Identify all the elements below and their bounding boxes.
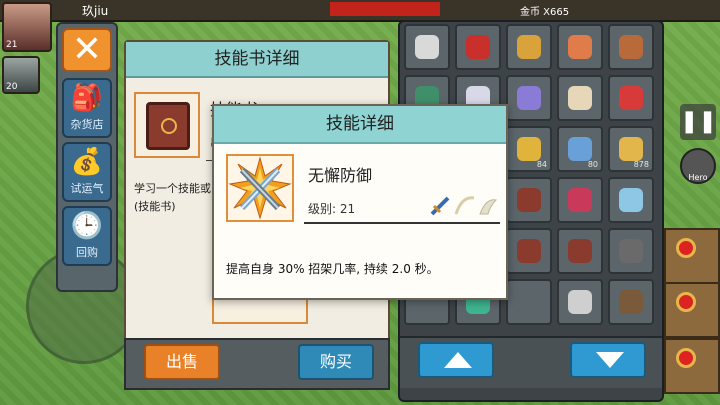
inventory-slot[interactable] [455, 24, 501, 70]
book-icon [517, 239, 541, 263]
skill-icon [226, 154, 294, 222]
nav-buyback[interactable]: 🕒 回购 [62, 206, 112, 266]
inventory-slot[interactable] [608, 75, 654, 121]
buy-button[interactable]: 购买 [298, 344, 374, 380]
book-icon [517, 188, 541, 212]
armor-icon [619, 239, 643, 263]
clock-icon: 🕒 [70, 211, 104, 241]
potion-icon [619, 86, 643, 110]
popup-title: 技能详细 [214, 106, 506, 144]
staff-icon [517, 35, 541, 59]
inventory-slot[interactable] [506, 75, 552, 121]
gem-icon [466, 35, 490, 59]
staff-quickslot-icon[interactable] [664, 282, 720, 338]
pickaxe-icon [619, 290, 643, 314]
coin-counter: 金币 X665 [520, 7, 570, 18]
inventory-slot[interactable] [608, 228, 654, 274]
inventory-slot[interactable] [608, 279, 654, 325]
scroll-up-button[interactable] [418, 342, 494, 378]
sack-icon [619, 35, 643, 59]
item-quantity: 84 [536, 160, 547, 169]
coins-icon [619, 137, 643, 161]
close-button[interactable]: ✕ [62, 28, 112, 72]
inventory-slot[interactable] [608, 24, 654, 70]
skill-description: 提高自身 30% 招架几率, 持续 2.0 秒。 [226, 262, 439, 276]
book-icon [146, 102, 190, 150]
top-status-bar: 玖jiu 金币 X665 [0, 0, 720, 22]
inventory-slot[interactable] [608, 177, 654, 223]
ally-portrait[interactable]: 20 [2, 56, 40, 94]
item-quantity: 878 [633, 160, 649, 169]
nav-label: 回购 [76, 246, 98, 259]
ally-level: 20 [6, 82, 18, 92]
sell-button[interactable]: 出售 [144, 344, 220, 380]
divider [304, 222, 500, 224]
pause-button[interactable]: ❚❚ [680, 104, 717, 140]
inventory-slot[interactable] [506, 228, 552, 274]
inventory-slot[interactable] [404, 24, 450, 70]
inventory-slot[interactable] [557, 228, 603, 274]
skill-name: 无懈防御 [308, 166, 373, 185]
shop-sidebar: ✕ 🎒 杂货店 💰 试运气 🕒 回购 [56, 22, 118, 292]
nav-label: 杂货店 [70, 118, 104, 131]
demon-mask-icon [568, 188, 592, 212]
parry-burst-icon [228, 156, 292, 220]
scroll-down-button[interactable] [570, 342, 646, 378]
inventory-slot[interactable] [557, 279, 603, 325]
boss-health-bar [330, 2, 440, 16]
flame-quickslot-icon[interactable] [664, 338, 720, 394]
panel-title: 技能书详细 [126, 42, 388, 78]
player-portrait[interactable]: 21 [2, 2, 52, 52]
backpack-icon: 🎒 [70, 83, 104, 113]
inventory-slot[interactable] [506, 279, 552, 325]
inventory-slot[interactable]: 84 [506, 126, 552, 172]
book-icon [568, 239, 592, 263]
nav-label: 试运气 [70, 182, 104, 195]
nav-general-store[interactable]: 🎒 杂货店 [62, 78, 112, 138]
staff-quickslot-icon[interactable] [664, 228, 720, 284]
inventory-slot[interactable] [557, 75, 603, 121]
inventory-slot[interactable] [506, 177, 552, 223]
hero-button[interactable]: Hero [680, 148, 716, 184]
player-name: 玖jiu [82, 4, 109, 18]
sword-icon [430, 196, 450, 216]
skill-book-item [134, 92, 200, 158]
item-quantity: 80 [587, 160, 598, 169]
lucky-bag-icon: 💰 [70, 147, 104, 177]
inventory-slot[interactable]: 80 [557, 126, 603, 172]
bow-icon [454, 196, 475, 215]
inventory-slot[interactable] [557, 24, 603, 70]
nav-try-luck[interactable]: 💰 试运气 [62, 142, 112, 202]
drill-icon [415, 35, 439, 59]
skill-level: 级别: 21 [308, 202, 356, 216]
sword-icon [568, 290, 592, 314]
skill-detail-popup[interactable]: 技能详细 无懈防御 级别: 21 提高自身 30% 招架几率, 持续 2.0 秒… [212, 104, 508, 300]
key-icon [517, 137, 541, 161]
wing-icon [479, 199, 498, 215]
scroll-icon [568, 86, 592, 110]
scroll-icon [568, 137, 592, 161]
inventory-slot[interactable] [557, 177, 603, 223]
book-description: 学习一个技能或(技能书) [134, 182, 211, 213]
blank-icon [517, 290, 541, 314]
ice-sword-icon [619, 188, 643, 212]
inventory-slot[interactable] [506, 24, 552, 70]
staff-icon [568, 35, 592, 59]
weapon-type-icons [430, 196, 498, 216]
player-level: 21 [6, 40, 18, 50]
wisp-icon [517, 86, 541, 110]
inventory-slot[interactable]: 878 [608, 126, 654, 172]
